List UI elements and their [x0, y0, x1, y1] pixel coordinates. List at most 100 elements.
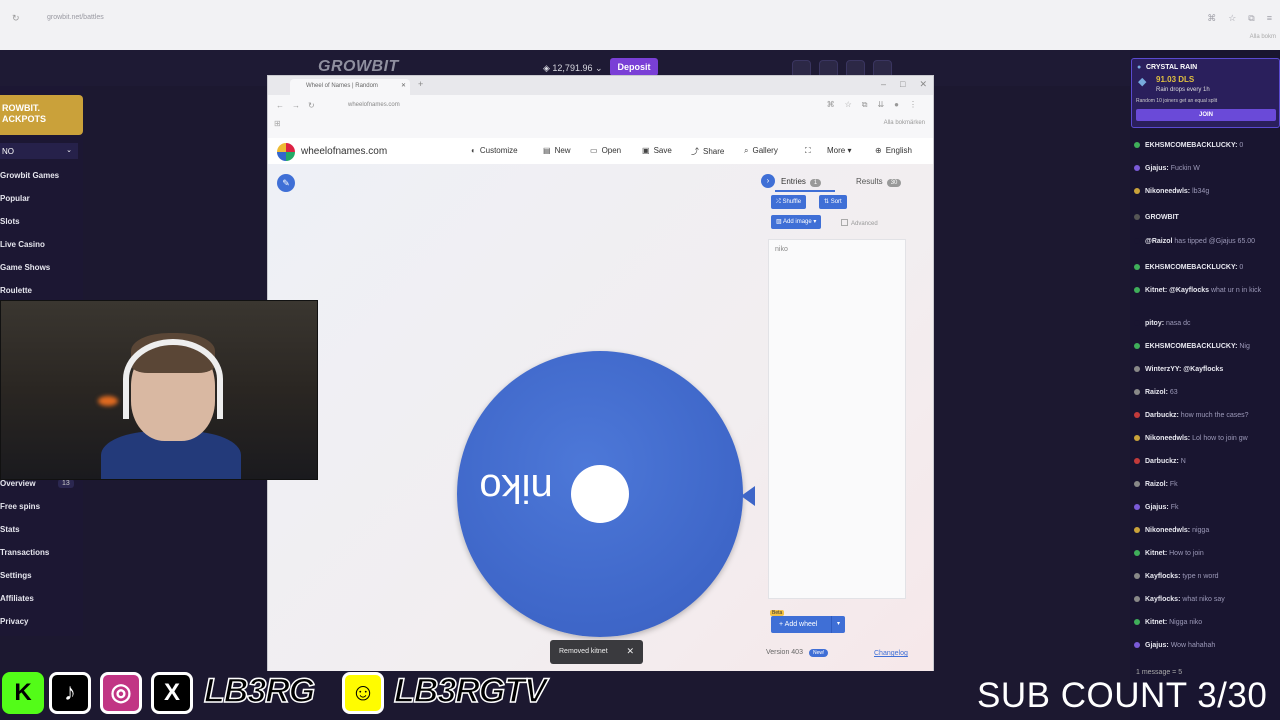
customize-button[interactable]: ◐ Customize: [471, 146, 518, 155]
save-button[interactable]: ▣ Save: [642, 146, 672, 155]
chat-username[interactable]: Kayflocks:: [1145, 573, 1180, 580]
balance[interactable]: ◈ 12,791.96 ⌄: [543, 63, 603, 74]
chat-username[interactable]: Raizol:: [1145, 389, 1168, 396]
chat-username[interactable]: Kitnet:: [1145, 550, 1167, 557]
nav-arrows-icon[interactable]: ←→↻: [276, 101, 323, 110]
deposit-button[interactable]: Deposit: [610, 58, 658, 76]
wheelofnames-logo-icon[interactable]: [277, 143, 295, 161]
chat-username[interactable]: @Raizol: [1145, 238, 1172, 245]
more-button[interactable]: More ▾: [827, 146, 851, 155]
tab-results[interactable]: Results 30: [856, 177, 902, 187]
jackpots-banner[interactable]: ROWBIT. ACKPOTS: [0, 95, 83, 135]
sidebar-item[interactable]: Popular: [0, 194, 30, 203]
apps-grid-icon[interactable]: ⊞: [274, 119, 281, 128]
rain-subtitle: Rain drops every 1h: [1156, 87, 1210, 93]
sidebar-item[interactable]: Settings: [0, 571, 32, 580]
user-rank-icon: [1134, 165, 1140, 171]
sidebar-item[interactable]: Overview: [0, 479, 36, 488]
inner-bookmarks[interactable]: Alla bokmärken: [884, 120, 925, 126]
chat-text: what niko say: [1182, 596, 1225, 603]
user-rank-icon: [1134, 287, 1140, 293]
chat-username[interactable]: Gjajus:: [1145, 642, 1169, 649]
translate-icon[interactable]: ⌘: [1207, 13, 1216, 24]
edit-pencil-icon[interactable]: ✎: [277, 174, 295, 192]
chat-username[interactable]: Nikoneedwls:: [1145, 188, 1190, 195]
wheel-hub[interactable]: [571, 465, 629, 523]
star-icon[interactable]: ☆: [1228, 13, 1236, 24]
chat-text: 0: [1239, 142, 1244, 149]
new-button[interactable]: ▤ New: [543, 146, 571, 155]
chat-username[interactable]: WinterzYY: @Kayflocks: [1145, 366, 1223, 373]
add-wheel-button[interactable]: + Add wheel ▾: [771, 616, 845, 633]
chat-message: Darbuckz: N: [1134, 458, 1186, 465]
chat-username[interactable]: EKHSMCOMEBACKLUCKY:: [1145, 142, 1237, 149]
sidebar-item[interactable]: Privacy: [0, 617, 28, 626]
close-window-icon[interactable]: ✕: [919, 79, 927, 90]
outer-url[interactable]: growbit.net/battles: [47, 14, 104, 21]
share-icon: ⤴: [691, 147, 699, 156]
chat-username[interactable]: GROWBIT: [1145, 214, 1179, 221]
inner-tab[interactable]: Wheel of Names | Random ✕: [290, 79, 410, 95]
add-image-button[interactable]: ▨ Add image ▾: [771, 215, 822, 229]
sidebar-item[interactable]: Game Shows: [0, 263, 50, 272]
chat-username[interactable]: Gjajus:: [1145, 165, 1169, 172]
advanced-checkbox[interactable]: Advanced: [841, 219, 878, 227]
sidebar-item[interactable]: Affiliates: [0, 594, 34, 603]
outer-bookmarks[interactable]: Alla bokm: [1250, 34, 1276, 40]
user-rank-icon: [1134, 214, 1140, 220]
collapse-panel-icon[interactable]: ›: [761, 174, 775, 188]
inner-browser-window: Wheel of Names | Random ✕ + – □ ✕ ←→↻ wh…: [267, 75, 934, 671]
chat-username[interactable]: EKHSMCOMEBACKLUCKY:: [1145, 343, 1237, 350]
wheelofnames-site-name[interactable]: wheelofnames.com: [301, 146, 387, 157]
join-rain-button[interactable]: JOIN: [1136, 109, 1276, 121]
chevron-down-icon[interactable]: ▾: [831, 616, 845, 633]
chat-username[interactable]: EKHSMCOMEBACKLUCKY:: [1145, 264, 1237, 271]
close-toast-icon[interactable]: ✕: [626, 646, 634, 657]
sidebar-item[interactable]: Stats: [0, 525, 20, 534]
inner-url[interactable]: wheelofnames.com: [348, 102, 400, 108]
gallery-button[interactable]: ⌕ Gallery: [744, 146, 778, 156]
inner-address-bar: ←→↻ wheelofnames.com ⌘☆⧉⇊●⋮: [268, 95, 933, 119]
chat-username[interactable]: Raizol:: [1145, 481, 1168, 488]
chat-username[interactable]: Nikoneedwls:: [1145, 435, 1190, 442]
chat-username[interactable]: pitoy:: [1145, 320, 1164, 327]
chat-username[interactable]: Gjajus:: [1145, 504, 1169, 511]
sidebar-item[interactable]: Roulette: [0, 286, 32, 295]
sidebar-item[interactable]: Growbit Games: [0, 171, 59, 180]
chat-username[interactable]: Kitnet:: [1145, 619, 1167, 626]
chat-username[interactable]: Kitnet: @Kayflocks: [1145, 287, 1209, 294]
extensions-icon[interactable]: ⧉: [1248, 13, 1254, 24]
changelog-link[interactable]: Changelog: [874, 650, 908, 657]
language-select[interactable]: NO ⌄: [0, 143, 78, 159]
new-tab-icon[interactable]: +: [418, 79, 423, 89]
maximize-icon[interactable]: □: [900, 79, 905, 90]
window-controls: – □ ✕: [881, 79, 927, 90]
sidebar-item[interactable]: Free spins: [0, 502, 40, 511]
growbit-logo[interactable]: GROWBIT: [318, 58, 399, 76]
close-tab-icon[interactable]: ✕: [401, 82, 406, 89]
menu-icon[interactable]: ≡: [1267, 13, 1272, 24]
share-button[interactable]: ⤴ Share: [691, 146, 724, 157]
chat-username[interactable]: Kayflocks:: [1145, 596, 1180, 603]
results-count-badge: 30: [886, 179, 902, 187]
globe-icon: ⊕: [875, 146, 882, 155]
sidebar-item[interactable]: Live Casino: [0, 240, 45, 249]
sidebar-item[interactable]: Slots: [0, 217, 20, 226]
tab-entries[interactable]: Entries 1: [781, 177, 822, 187]
open-button[interactable]: ▭ Open: [590, 146, 621, 155]
wheel[interactable]: niko: [457, 351, 743, 637]
chat-username[interactable]: Darbuckz:: [1145, 412, 1179, 419]
fullscreen-icon[interactable]: ⛶: [805, 146, 811, 156]
chat-username[interactable]: Darbuckz:: [1145, 458, 1179, 465]
chat-username[interactable]: Nikoneedwls:: [1145, 527, 1190, 534]
chat-message: Kitnet: How to join: [1134, 550, 1204, 557]
headphones-icon: [123, 339, 223, 419]
chat-message: Kayflocks: type n word: [1134, 573, 1219, 580]
shuffle-button[interactable]: ⤮ Shuffle: [771, 195, 807, 209]
minimize-icon[interactable]: –: [881, 79, 886, 90]
language-button[interactable]: ⊕ English: [875, 146, 912, 155]
entries-textarea[interactable]: niko: [768, 239, 906, 599]
sort-button[interactable]: ⇅ Sort: [819, 195, 847, 209]
sidebar-item[interactable]: Transactions: [0, 548, 49, 557]
reload-icon[interactable]: ↻: [12, 13, 20, 24]
